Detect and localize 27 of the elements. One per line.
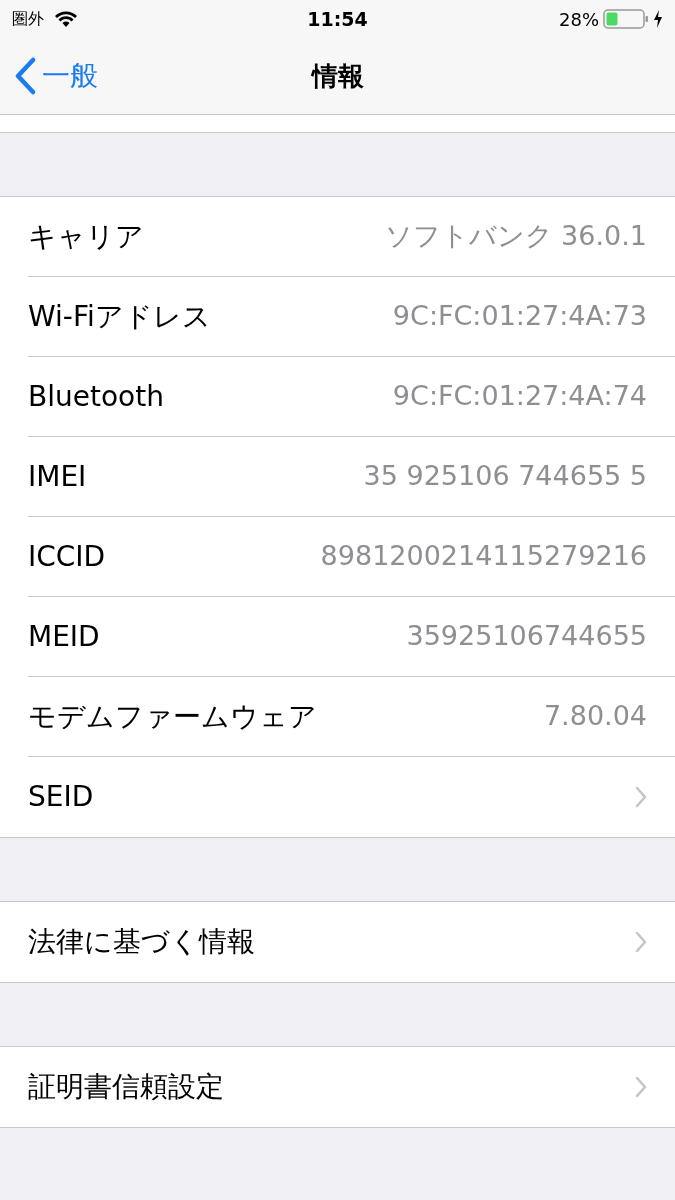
row-label: Bluetooth [28, 378, 164, 415]
row-value: 9C:FC:01:27:4A:74 [392, 379, 647, 414]
lightning-icon [653, 10, 663, 28]
clock-text: 11:54 [306, 6, 369, 32]
wifi-icon [54, 10, 78, 28]
row-value: 7.80.04 [543, 699, 647, 734]
battery-percent: 28% [559, 7, 599, 32]
row-label: MEID [28, 618, 100, 655]
battery-icon [603, 9, 649, 29]
row-value: ソフトバンク 36.0.1 [384, 219, 647, 254]
chevron-left-icon [14, 57, 36, 95]
row-value: 35 925106 744655 5 [363, 459, 647, 494]
row-label: Wi-Fiアドレス [28, 298, 211, 335]
row-label: IMEI [28, 458, 87, 495]
disclosure-row[interactable]: SEID [28, 757, 675, 837]
chevron-right-icon [635, 786, 647, 808]
back-button[interactable]: 一般 [0, 55, 98, 97]
carrier-text: 圏外 [12, 8, 44, 30]
chevron-right-icon [635, 931, 647, 953]
row-label: モデムファームウェア [28, 698, 317, 735]
nav-title: 情報 [310, 59, 365, 93]
row-label: キャリア [28, 218, 144, 255]
row-label: ICCID [28, 538, 106, 575]
row-value: 9C:FC:01:27:4A:73 [392, 299, 647, 334]
chevron-right-icon [635, 1076, 647, 1098]
row-value: 8981200214115279216 [320, 539, 647, 574]
row-value: 35925106744655 [406, 619, 647, 654]
